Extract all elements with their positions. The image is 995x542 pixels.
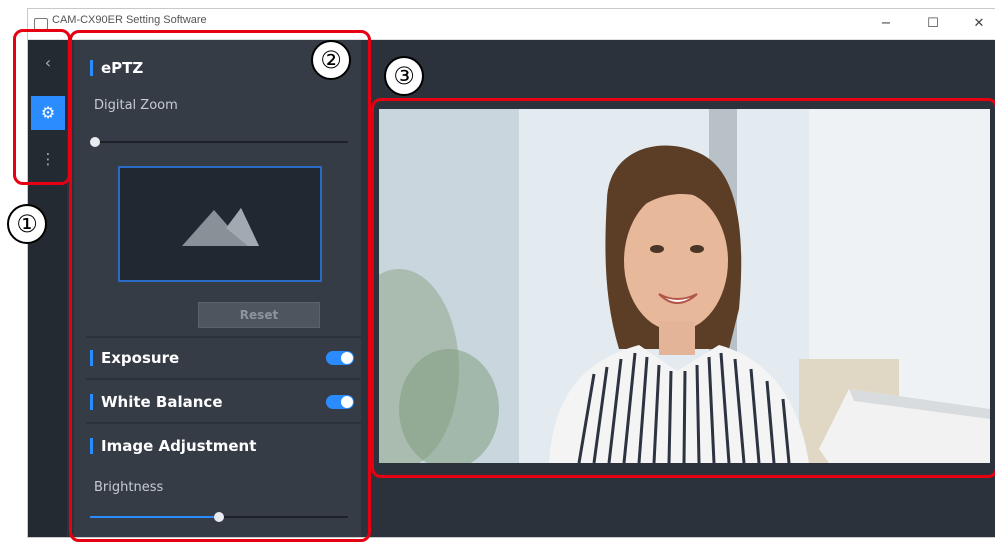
close-button[interactable]: ✕ xyxy=(964,13,994,35)
minimize-button[interactable]: − xyxy=(871,13,901,35)
annotation-marker-3: ③ xyxy=(384,56,424,96)
annotation-box-camera-preview xyxy=(371,98,995,478)
window-title: CAM-CX90ER Setting Software xyxy=(52,14,207,26)
annotation-box-icon-bar xyxy=(13,29,71,185)
annotation-marker-2: ② xyxy=(311,40,351,80)
annotation-box-settings-panel xyxy=(69,30,371,542)
annotation-marker-1: ① xyxy=(7,204,47,244)
maximize-button[interactable]: ☐ xyxy=(918,13,948,35)
